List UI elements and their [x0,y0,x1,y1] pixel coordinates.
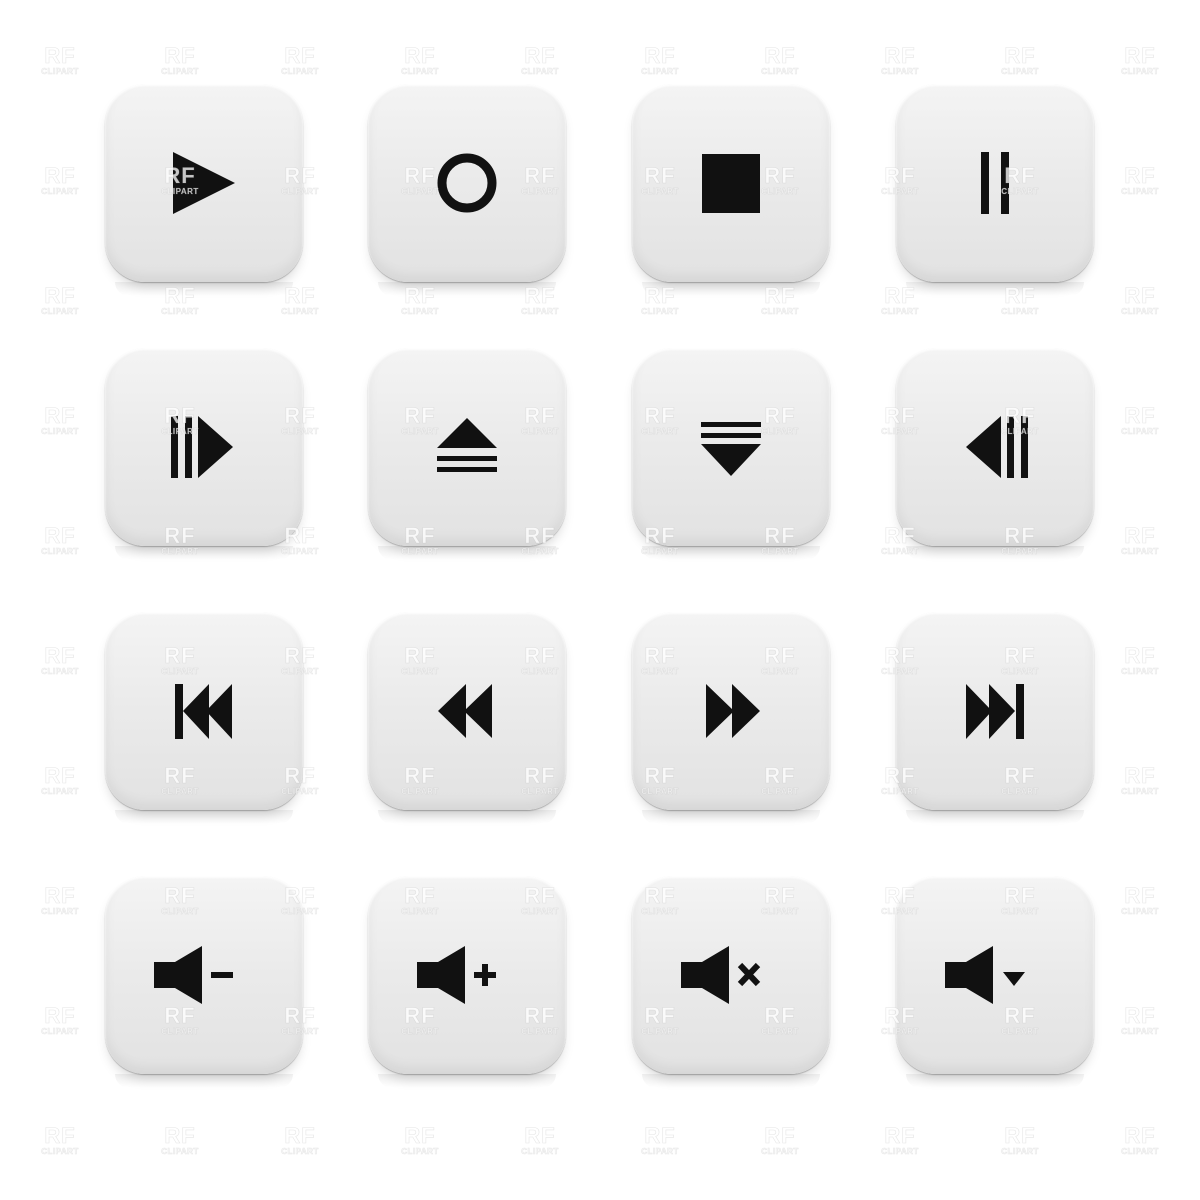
skip-to-start-button[interactable] [105,612,303,824]
volume-menu-button[interactable] [896,876,1094,1088]
pause-button[interactable] [896,84,1094,296]
volume-up-button[interactable] [368,876,566,1088]
step-forward-icon [171,416,233,478]
play-icon [173,152,235,214]
step-backward-button[interactable] [896,348,1094,560]
load-down-icon [701,422,761,476]
stop-button[interactable] [632,84,830,296]
volume-up-icon [417,946,496,1004]
fast-forward-icon [706,684,760,738]
eject-icon [437,418,497,472]
skip-to-end-icon [966,684,1024,739]
fast-forward-button[interactable] [632,612,830,824]
record-icon [437,153,497,213]
rewind-icon [438,684,492,738]
skip-to-start-icon [175,684,232,739]
media-button-grid [0,0,1200,1200]
pause-icon [981,152,1009,214]
step-forward-button[interactable] [105,348,303,560]
volume-down-icon [154,946,233,1004]
stop-icon [702,154,760,213]
record-button[interactable] [368,84,566,296]
load-down-button[interactable] [632,348,830,560]
mute-icon [681,946,761,1004]
step-backward-icon [966,416,1028,478]
mute-button[interactable] [632,876,830,1088]
rewind-button[interactable] [368,612,566,824]
volume-down-button[interactable] [105,876,303,1088]
volume-menu-icon [945,946,1025,1004]
play-button[interactable] [105,84,303,296]
skip-to-end-button[interactable] [896,612,1094,824]
eject-button[interactable] [368,348,566,560]
